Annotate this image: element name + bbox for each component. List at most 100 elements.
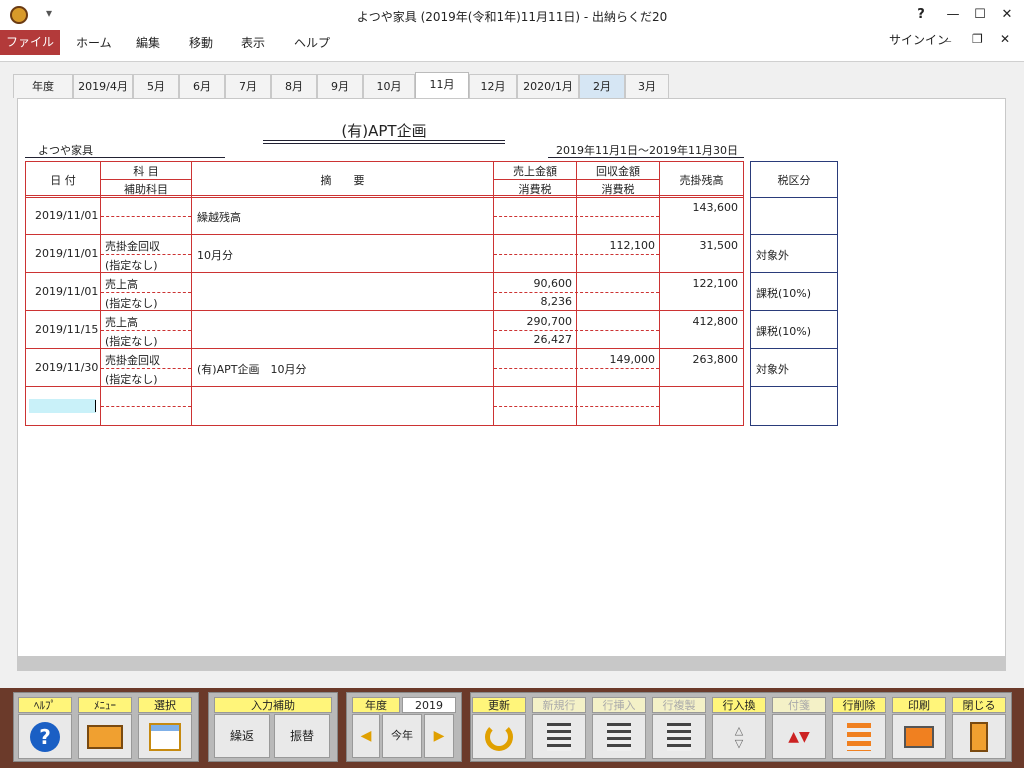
question-icon: ? — [18, 714, 72, 759]
row-sales-tax[interactable]: 8,236 — [494, 295, 573, 308]
delete-row-button[interactable]: 行削除 — [832, 697, 886, 761]
ledger-table: 日 付 科 目 補助科目 摘 要 売上金額 消費税 回収金額 消費税 売掛残高 … — [25, 161, 744, 426]
row-sales[interactable]: 90,600 — [494, 277, 573, 290]
maximize-button[interactable]: ☐ — [965, 4, 995, 26]
print-label: 印刷 — [892, 697, 946, 713]
print-button[interactable]: 印刷 — [892, 697, 946, 761]
tab-year[interactable]: 年度 — [13, 74, 73, 98]
signin-link[interactable]: サインイン — [889, 31, 949, 48]
row-account[interactable]: 売上高 — [105, 276, 138, 292]
tab-12[interactable]: 12月 — [469, 74, 517, 98]
tab-07[interactable]: 7月 — [225, 74, 271, 98]
header-collected: 回収金額 — [596, 165, 640, 178]
panel-scroll-strip — [18, 656, 1005, 670]
tax-row-divider — [751, 234, 837, 235]
close-button[interactable]: 閉じる — [952, 697, 1006, 761]
copy-row-button[interactable]: 行複製 — [652, 697, 706, 761]
row-tax-class[interactable]: 課税(10%) — [756, 323, 811, 339]
row-sub-account[interactable]: (指定なし) — [105, 295, 158, 311]
row-midline — [494, 292, 659, 293]
tab-03[interactable]: 3月 — [625, 74, 669, 98]
row-account[interactable]: 売上高 — [105, 314, 138, 330]
up-down-icon: △ ▽ — [712, 714, 766, 759]
customer-title: (有)APT企画 — [341, 122, 427, 140]
tab-05[interactable]: 5月 — [133, 74, 179, 98]
help-tool-button[interactable]: ﾍﾙﾌﾟ ? — [18, 697, 72, 761]
update-label: 更新 — [472, 697, 526, 713]
prev-year-button[interactable]: ◀ — [352, 714, 380, 758]
file-menu[interactable]: ファイル — [0, 30, 60, 55]
header-summary: 摘 要 — [320, 174, 365, 187]
tab-2020-01[interactable]: 2020/1月 — [517, 74, 579, 98]
restore-button[interactable]: ❐ — [972, 32, 983, 46]
row-account[interactable]: 売掛金回収 — [105, 238, 160, 254]
row-date[interactable]: 2019/11/01 — [35, 285, 98, 298]
tax-class-table: 税区分 対象外 課税(10%) 課税(10%) 対象外 — [750, 161, 838, 426]
menu-home[interactable]: ホーム — [76, 34, 112, 51]
tab-02[interactable]: 2月 — [579, 74, 625, 98]
insert-row-button[interactable]: 行挿入 — [592, 697, 646, 761]
header-date: 日 付 — [50, 174, 76, 187]
sticky-button[interactable]: 付箋 ▲▼ — [772, 697, 826, 761]
row-collected[interactable]: 112,100 — [577, 239, 656, 252]
company-underline — [25, 157, 225, 158]
row-midline — [101, 254, 191, 255]
row-summary[interactable]: 10月分 — [197, 247, 233, 263]
tab-2019-04[interactable]: 2019/4月 — [73, 74, 133, 98]
menu-view[interactable]: 表示 — [241, 34, 265, 51]
help-button[interactable]: ? — [906, 4, 936, 26]
header-balance: 売掛残高 — [679, 174, 724, 187]
tab-08[interactable]: 8月 — [271, 74, 317, 98]
row-date[interactable]: 2019/11/15 — [35, 323, 98, 336]
row-sales[interactable]: 290,700 — [494, 315, 573, 328]
tab-06[interactable]: 6月 — [179, 74, 225, 98]
tab-11[interactable]: 11月 — [415, 72, 469, 98]
update-button[interactable]: 更新 — [472, 697, 526, 761]
this-year-button[interactable]: 今年 — [382, 714, 422, 758]
row-date[interactable]: 2019/11/01 — [35, 247, 98, 260]
row-balance: 143,600 — [692, 201, 739, 214]
row-sales-tax[interactable]: 26,427 — [494, 333, 573, 346]
title-bar: ▾ よつや家具 (2019年(令和1年)11月11日) - 出納らくだ20 ? … — [0, 0, 1024, 30]
minimize-button[interactable]: — — [938, 4, 968, 26]
header-collected-tax: 消費税 — [601, 183, 635, 196]
row-sub-account[interactable]: (指定なし) — [105, 333, 158, 349]
row-sub-account[interactable]: (指定なし) — [105, 371, 158, 387]
row-midline — [494, 368, 659, 369]
next-year-button[interactable]: ▶ — [424, 714, 454, 758]
header-midline — [493, 179, 659, 180]
new-row-button[interactable]: 新規行 — [532, 697, 586, 761]
row-summary[interactable]: (有)APT企画 10月分 — [197, 361, 306, 377]
row-summary[interactable]: 繰越残高 — [197, 209, 241, 225]
row-tax-class[interactable]: 対象外 — [756, 247, 789, 263]
carry-button[interactable]: 繰返 — [214, 714, 270, 758]
menu-help[interactable]: ヘルプ — [294, 34, 330, 51]
tab-09[interactable]: 9月 — [317, 74, 363, 98]
transfer-button[interactable]: 振替 — [274, 714, 330, 758]
swap-row-label: 行入換 — [712, 697, 766, 713]
year-value: 2019 — [402, 697, 456, 713]
ribbon-minimize-button[interactable]: _ — [945, 28, 951, 42]
insert-row-label: 行挿入 — [592, 697, 646, 713]
swap-row-button[interactable]: 行入換 △ ▽ — [712, 697, 766, 761]
row-date[interactable]: 2019/11/01 — [35, 209, 98, 222]
delete-row-label: 行削除 — [832, 697, 886, 713]
row-sub-account[interactable]: (指定なし) — [105, 257, 158, 273]
row-date[interactable]: 2019/11/30 — [35, 361, 98, 374]
row-divider — [26, 234, 743, 235]
close-doc-button[interactable]: ✕ — [1000, 32, 1010, 46]
row-account[interactable]: 売掛金回収 — [105, 352, 160, 368]
menu-label: ﾒﾆｭｰ — [78, 697, 132, 713]
menu-tool-button[interactable]: ﾒﾆｭｰ — [78, 697, 132, 761]
row-collected[interactable]: 149,000 — [577, 353, 656, 366]
date-entry-input[interactable] — [29, 399, 96, 413]
tab-10[interactable]: 10月 — [363, 74, 415, 98]
input-assist-label: 入力補助 — [214, 697, 332, 713]
menu-move[interactable]: 移動 — [189, 34, 213, 51]
menu-edit[interactable]: 編集 — [136, 34, 160, 51]
row-tax-class[interactable]: 対象外 — [756, 361, 789, 377]
row-tax-class[interactable]: 課税(10%) — [756, 285, 811, 301]
select-tool-button[interactable]: 選択 — [138, 697, 192, 761]
close-window-button[interactable]: ✕ — [992, 4, 1022, 26]
row-balance: 263,800 — [692, 353, 739, 366]
